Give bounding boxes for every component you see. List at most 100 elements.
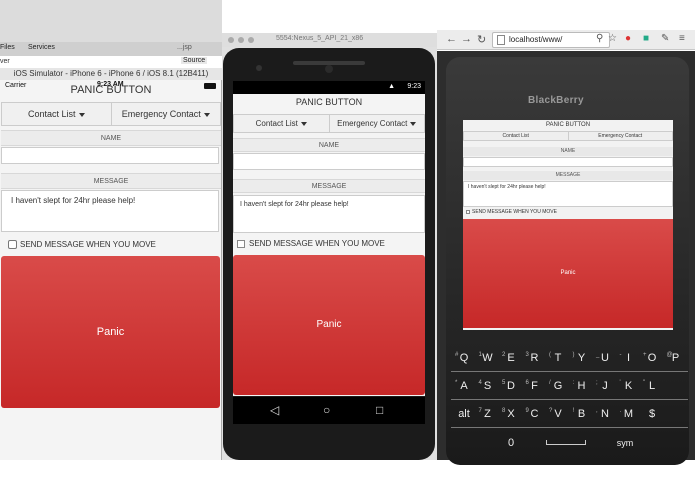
key-c[interactable]: 9C: [524, 403, 546, 425]
key-y[interactable]: ) Y: [571, 347, 593, 369]
key-h[interactable]: :H: [571, 375, 593, 397]
send-on-move-checkbox[interactable]: [237, 240, 245, 248]
key-label: D: [507, 380, 515, 392]
message-input[interactable]: I haven't slept for 24hr please help!: [463, 181, 673, 207]
name-input[interactable]: [233, 153, 425, 170]
key-secondary-label: ,: [596, 408, 598, 414]
message-input[interactable]: I haven't slept for 24hr please help!: [1, 190, 219, 232]
key-secondary-label: 9: [525, 408, 529, 414]
key-m[interactable]: .M: [618, 403, 640, 425]
key-t[interactable]: (T: [547, 347, 569, 369]
key-label: I: [626, 352, 631, 364]
space-key[interactable]: [546, 440, 586, 445]
key-v[interactable]: ? V: [547, 403, 569, 425]
key-secondary-label: 8: [502, 408, 506, 414]
search-icon[interactable]: ⚲: [596, 33, 603, 44]
key-w[interactable]: 1W: [477, 347, 499, 369]
key-x[interactable]: 8X: [500, 403, 522, 425]
reload-icon[interactable]: ↻: [477, 33, 486, 46]
emergency-contact-button[interactable]: Emergency Contact: [112, 103, 221, 125]
key-p[interactable]: @ P: [665, 347, 687, 369]
contact-list-button[interactable]: Contact List: [2, 103, 112, 125]
window-minimize-icon[interactable]: [238, 37, 244, 43]
key-label: W: [482, 352, 493, 364]
send-on-move-checkbox[interactable]: [8, 240, 17, 249]
ios-window-title: iOS Simulator - iPhone 6 - iPhone 6 / iO…: [0, 68, 222, 80]
contact-list-button[interactable]: Contact List: [464, 132, 569, 140]
name-label: NAME: [463, 147, 673, 156]
home-icon[interactable]: ○: [323, 403, 330, 417]
panic-button[interactable]: Panic: [233, 255, 425, 395]
window-zoom-icon[interactable]: [248, 37, 254, 43]
key-q[interactable]: # Q: [453, 347, 475, 369]
panic-button[interactable]: Panic: [463, 219, 673, 328]
app-title: PANIC BUTTON: [545, 122, 591, 128]
extension-opera-icon[interactable]: ●: [625, 33, 631, 44]
ide-tab-files[interactable]: Files: [0, 44, 15, 51]
key-n[interactable]: ,N: [594, 403, 616, 425]
key-secondary-label: 3: [525, 352, 529, 358]
key-blank-2-9[interactable]: [665, 403, 687, 425]
panic-button[interactable]: Panic: [1, 256, 220, 408]
key-u[interactable]: _ U: [594, 347, 616, 369]
ide-tab-services[interactable]: Services: [28, 44, 55, 51]
key-label: A: [460, 380, 468, 392]
emergency-contact-button[interactable]: Emergency Contact: [569, 132, 673, 140]
key-label: O: [647, 352, 657, 364]
key-z[interactable]: 7Z: [477, 403, 499, 425]
android-status-bar: ▲ 9:23: [233, 81, 425, 94]
chevron-down-icon: [300, 121, 307, 126]
ide-tab-jsp[interactable]: ...jsp: [177, 44, 192, 51]
key-alt[interactable]: alt: [453, 403, 475, 425]
key-d[interactable]: 5D: [500, 375, 522, 397]
key-f[interactable]: 6F: [524, 375, 546, 397]
keyboard-fret: [451, 399, 688, 400]
key-e[interactable]: 2E: [500, 347, 522, 369]
key-k[interactable]: ' K: [618, 375, 640, 397]
message-label: MESSAGE: [233, 179, 425, 193]
android-sensor: [256, 65, 262, 71]
blackberry-keyboard: # Q 1 W 2 E 3 R(T) Y _ U - I + O @ P * A 4 S 5 D 6 F / G: H; J ' K " Lal…: [451, 345, 688, 455]
android-screen: PANIC BUTTON Contact List Emergency Cont…: [233, 94, 425, 396]
key-i[interactable]: -I: [618, 347, 640, 369]
window-close-icon[interactable]: [228, 37, 234, 43]
chevron-down-icon: [78, 112, 85, 117]
key-b[interactable]: ! B: [571, 403, 593, 425]
key-a[interactable]: * A: [453, 375, 475, 397]
app-title: PANIC BUTTON: [295, 97, 363, 107]
key-j[interactable]: ; J: [594, 375, 616, 397]
key-s[interactable]: 4S: [477, 375, 499, 397]
key-label: Q: [459, 352, 469, 364]
key-$[interactable]: $: [641, 403, 663, 425]
emergency-contact-button[interactable]: Emergency Contact: [330, 115, 425, 132]
back-arrow-icon[interactable]: ←: [446, 33, 457, 45]
key-label: F: [531, 380, 538, 392]
contact-list-button[interactable]: Contact List: [234, 115, 330, 132]
key-label: G: [553, 380, 563, 392]
menu-icon[interactable]: ≡: [679, 33, 685, 44]
key-blank-1-9[interactable]: [665, 375, 687, 397]
chevron-down-icon: [203, 112, 210, 117]
forward-arrow-icon[interactable]: →: [461, 33, 472, 45]
key-g[interactable]: / G: [547, 375, 569, 397]
key-secondary-label: -: [619, 352, 622, 358]
message-input[interactable]: I haven't slept for 24hr please help!: [233, 195, 425, 233]
recents-icon[interactable]: □: [376, 403, 383, 417]
key-label: B: [577, 408, 586, 420]
chevron-down-icon: [410, 121, 417, 126]
key-sym[interactable]: sym: [612, 432, 638, 454]
send-on-move-checkbox[interactable]: [466, 210, 470, 214]
key-r[interactable]: 3R: [524, 347, 546, 369]
name-input[interactable]: [463, 157, 673, 167]
back-icon[interactable]: ◁: [270, 403, 279, 417]
key-l[interactable]: " L: [641, 375, 663, 397]
address-bar[interactable]: localhost/www/: [492, 32, 610, 48]
blackberry-screen: PANIC BUTTON Contact List Emergency Cont…: [463, 120, 673, 330]
bookmark-star-icon[interactable]: ☆: [608, 33, 617, 44]
eyedropper-icon[interactable]: ✎: [661, 33, 669, 44]
extension-c-icon[interactable]: ■: [643, 33, 649, 44]
key-o[interactable]: + O: [641, 347, 663, 369]
key-zero[interactable]: 0: [500, 432, 522, 454]
ide-tab-source[interactable]: Source: [181, 57, 208, 64]
name-input[interactable]: [1, 147, 219, 164]
